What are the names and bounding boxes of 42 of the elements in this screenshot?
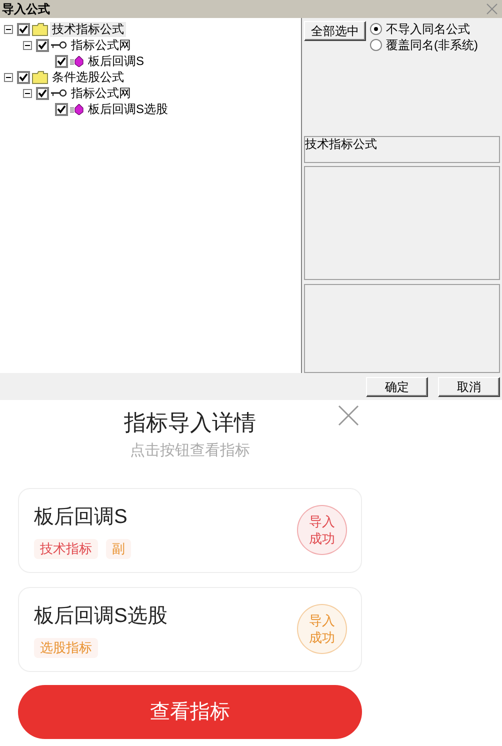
collapse-icon[interactable] — [23, 40, 32, 50]
checkbox[interactable] — [17, 70, 30, 84]
tag: 副 — [106, 539, 131, 559]
gem-icon — [70, 104, 84, 114]
tag: 选股指标 — [34, 638, 98, 658]
status-text: 导入成功 — [309, 513, 335, 547]
window-title: 导入公式 — [2, 3, 50, 15]
tree-item[interactable]: 板后回调S — [86, 54, 146, 68]
close-icon[interactable] — [338, 405, 359, 426]
radio-button[interactable] — [370, 39, 382, 51]
tree-item[interactable]: 条件选股公式 — [50, 70, 126, 84]
option-label: 不导入同名公式 — [386, 22, 470, 36]
collapse-icon[interactable] — [23, 88, 32, 98]
tree-item[interactable]: 指标公式网 — [69, 86, 133, 100]
checkbox[interactable] — [36, 38, 49, 52]
tree-item[interactable]: 板后回调S选股 — [86, 102, 170, 116]
folder-icon — [32, 70, 48, 84]
folder-icon — [32, 22, 48, 36]
cancel-button[interactable]: 取消 — [438, 377, 500, 397]
panel-title: 指标导入详情 — [124, 409, 256, 437]
status-text: 导入成功 — [309, 612, 335, 646]
indicator-name: 板后回调S选股 — [34, 604, 168, 628]
option-label: 覆盖同名(非系统) — [386, 38, 478, 52]
checkbox[interactable] — [17, 22, 30, 36]
checkbox[interactable] — [55, 54, 68, 68]
key-icon — [51, 41, 67, 49]
indicator-name: 板后回调S — [34, 505, 128, 529]
select-all-button[interactable]: 全部选中 — [304, 21, 366, 41]
ok-button[interactable]: 确定 — [366, 377, 428, 397]
gem-icon — [70, 56, 84, 66]
view-button[interactable]: 查看指标 — [18, 684, 362, 738]
tag: 技术指标 — [34, 539, 98, 559]
panel-subtitle: 点击按钮查看指标 — [130, 441, 250, 461]
collapse-icon[interactable] — [4, 72, 13, 82]
key-icon — [51, 89, 67, 97]
collapse-icon[interactable] — [4, 24, 13, 34]
category-field: 技术指标公式 — [304, 136, 500, 164]
checkbox[interactable] — [55, 102, 68, 116]
tree-item[interactable]: 技术指标公式 — [50, 22, 126, 36]
radio-button[interactable] — [370, 23, 382, 35]
tree-item[interactable]: 指标公式网 — [69, 38, 133, 52]
checkbox[interactable] — [36, 86, 49, 100]
